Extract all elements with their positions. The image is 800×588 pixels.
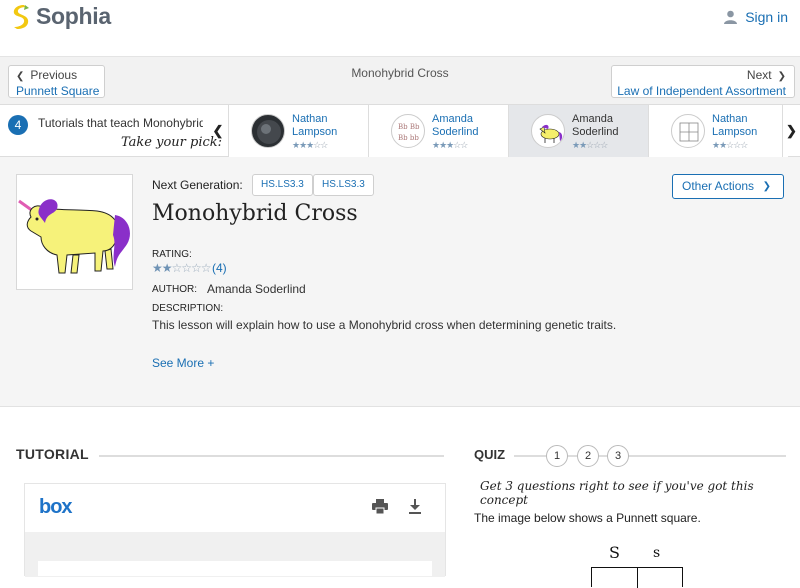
other-actions-label: Other Actions bbox=[682, 179, 755, 193]
box-logo: box bbox=[39, 496, 73, 518]
quiz-question: The image below shows a Punnett square. bbox=[474, 511, 701, 525]
quiz-step-3: 3 bbox=[607, 445, 629, 467]
punnett-allele-dominant: S bbox=[609, 543, 620, 562]
standard-tag[interactable]: HS.LS3.3 bbox=[313, 174, 374, 196]
see-more-link[interactable]: See More + bbox=[152, 356, 214, 370]
tutorials-strip: 4 Tutorials that teach Monohybrid Cross … bbox=[0, 104, 800, 157]
card-author-last: Soderlind bbox=[432, 126, 479, 138]
next-lesson-link: Law of Independent Assortment bbox=[617, 84, 786, 98]
user-icon bbox=[724, 10, 738, 24]
quiz-step-1: 1 bbox=[546, 445, 568, 467]
document-page bbox=[38, 561, 432, 576]
other-actions-dropdown[interactable]: Other Actions ❯ bbox=[672, 174, 784, 199]
chevron-down-icon: ❯ bbox=[762, 181, 771, 192]
next-generation-label: Next Generation: bbox=[152, 178, 243, 192]
sophia-logo[interactable]: Sophia bbox=[10, 3, 111, 30]
previous-button[interactable]: ❮ Previous Punnett Square bbox=[8, 65, 105, 98]
card-rating-stars: ★★★☆☆ bbox=[432, 140, 468, 150]
card-author-first: Nathan bbox=[712, 113, 748, 125]
punnett-square bbox=[591, 567, 683, 588]
rating-label: RATING: bbox=[152, 249, 192, 260]
tutorial-thumbnail bbox=[531, 114, 565, 148]
tutorial-count-badge: 4 bbox=[8, 115, 28, 135]
svg-text:Bb bb: Bb bb bbox=[398, 134, 419, 142]
top-header: Sophia Sign in bbox=[0, 0, 800, 57]
standard-tag[interactable]: HS.LS3.3 bbox=[252, 174, 313, 196]
previous-label: Previous bbox=[30, 68, 78, 82]
card-rating-stars: ★★☆☆☆ bbox=[712, 140, 748, 150]
tutorial-thumbnail bbox=[251, 114, 285, 148]
author-label: AUTHOR: bbox=[152, 284, 197, 295]
svg-text:Bb Bb: Bb Bb bbox=[398, 123, 420, 131]
carousel-prev-button[interactable]: ❮ bbox=[208, 105, 228, 157]
card-author-last: Soderlind bbox=[572, 126, 619, 138]
lesson-nav-bar: ❮ Previous Punnett Square Next ❯ Law of In… bbox=[0, 57, 800, 104]
author-name: Amanda Soderlind bbox=[207, 282, 306, 296]
chevron-right-icon: ❯ bbox=[777, 71, 786, 82]
chevron-left-icon: ❮ bbox=[212, 123, 224, 138]
tutorial-thumbnail bbox=[671, 114, 705, 148]
brand-name: Sophia bbox=[36, 3, 111, 29]
sign-in-link[interactable]: Sign in bbox=[724, 9, 788, 25]
next-label: Next bbox=[746, 68, 772, 82]
chevron-left-icon: ❮ bbox=[16, 71, 25, 82]
card-author-last: Lampson bbox=[712, 126, 758, 138]
tutorial-divider bbox=[99, 455, 444, 457]
previous-lesson-link: Punnett Square bbox=[16, 84, 100, 98]
unicorn-image bbox=[18, 199, 130, 274]
tutorial-card[interactable]: Nathan Lampson ★★☆☆☆ bbox=[648, 105, 788, 157]
carousel-next-button[interactable]: ❯ bbox=[782, 105, 800, 157]
quiz-step-2: 2 bbox=[577, 445, 599, 467]
sophia-logo-icon bbox=[13, 4, 29, 29]
tutorials-label: Tutorials that teach Monohybrid Cross bbox=[38, 116, 203, 130]
rating-stars[interactable]: ★★☆☆☆☆ bbox=[152, 261, 212, 275]
card-author-first: Amanda bbox=[432, 113, 473, 125]
punnett-allele-recessive: s bbox=[653, 545, 661, 561]
rating-count[interactable]: (4) bbox=[212, 261, 227, 275]
print-icon[interactable] bbox=[372, 499, 388, 519]
tutorial-card[interactable]: Bb Bb Bb bb Amanda Soderlind ★★★☆☆ bbox=[368, 105, 508, 157]
tutorial-card[interactable]: Nathan Lampson ★★★☆☆ bbox=[228, 105, 368, 157]
quiz-instructions: Get 3 questions right to see if you've g… bbox=[480, 479, 754, 507]
lesson-info-panel: Next Generation: HS.LS3.3 HS.LS3.3 Other… bbox=[0, 157, 800, 407]
card-author-first: Amanda bbox=[572, 113, 613, 125]
tutorial-card-selected[interactable]: Amanda Soderlind ★★☆☆☆ bbox=[508, 105, 648, 157]
tutorial-thumbnail: Bb Bb Bb bb bbox=[391, 114, 425, 148]
download-icon[interactable] bbox=[408, 499, 422, 519]
card-rating-stars: ★★★☆☆ bbox=[292, 140, 328, 150]
sign-in-label: Sign in bbox=[745, 9, 788, 25]
card-author-last: Lampson bbox=[292, 126, 338, 138]
chevron-right-icon: ❯ bbox=[786, 123, 797, 138]
take-your-pick-label: Take your pick: bbox=[121, 135, 223, 150]
card-rating-stars: ★★☆☆☆ bbox=[572, 140, 608, 150]
card-author-first: Nathan bbox=[292, 113, 328, 125]
quiz-heading: QUIZ bbox=[474, 447, 506, 462]
lesson-thumbnail bbox=[16, 174, 133, 290]
description-label: DESCRIPTION: bbox=[152, 303, 224, 314]
tutorial-heading: TUTORIAL bbox=[16, 446, 89, 462]
lesson-title: Monohybrid Cross bbox=[152, 201, 358, 226]
lesson-description: This lesson will explain how to use a Mo… bbox=[152, 318, 617, 332]
next-button[interactable]: Next ❯ Law of Independent Assortment bbox=[611, 65, 795, 98]
